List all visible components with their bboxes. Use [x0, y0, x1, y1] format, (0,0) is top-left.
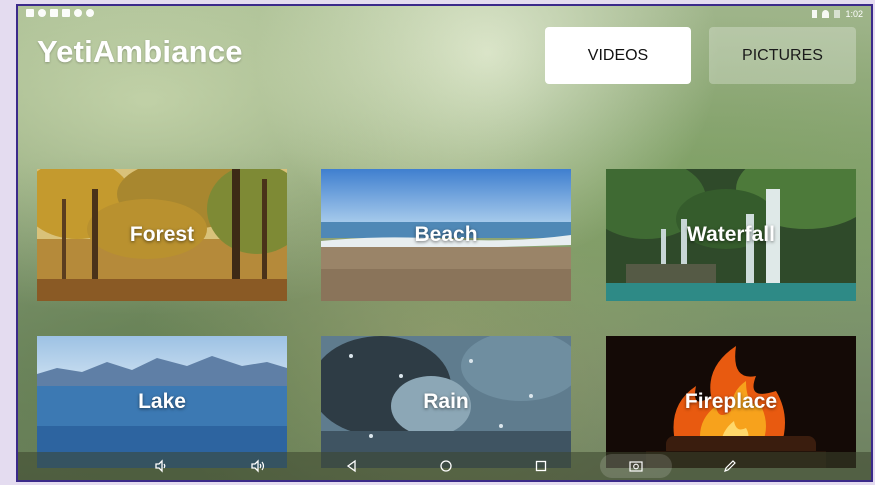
- chat-icon: [86, 9, 94, 17]
- notification-icons: [26, 9, 94, 17]
- system-indicators: 1:02: [812, 9, 863, 19]
- gallery-icon: [26, 9, 34, 17]
- grid-icon: [62, 9, 70, 17]
- tab-pictures[interactable]: PICTURES: [709, 27, 856, 84]
- scene-tile-fireplace[interactable]: Fireplace: [606, 336, 856, 468]
- image-icon: [50, 9, 58, 17]
- scene-label: Waterfall: [687, 223, 775, 246]
- scene-tile-forest[interactable]: Forest: [37, 169, 287, 301]
- pencil-icon[interactable]: [722, 458, 738, 474]
- wifi-icon: [822, 10, 830, 18]
- tab-videos[interactable]: VIDEOS: [545, 27, 691, 84]
- location-icon: [38, 9, 46, 17]
- home-icon[interactable]: [438, 458, 454, 474]
- camera-icon[interactable]: [628, 458, 644, 474]
- scene-label: Beach: [414, 223, 478, 246]
- scene-label: Rain: [423, 390, 469, 413]
- scene-tile-waterfall[interactable]: Waterfall: [606, 169, 856, 301]
- scene-tile-rain[interactable]: Rain: [321, 336, 571, 468]
- back-icon[interactable]: [344, 458, 360, 474]
- scene-label: Fireplace: [684, 390, 778, 413]
- settings-icon: [74, 9, 82, 17]
- scene-tile-beach[interactable]: Beach: [321, 169, 571, 301]
- battery-icon: [834, 10, 841, 18]
- scene-label: Forest: [129, 223, 195, 246]
- volume-up-icon[interactable]: [250, 458, 266, 474]
- scene-tile-lake[interactable]: Lake: [37, 336, 287, 468]
- scene-label: Lake: [138, 390, 186, 413]
- bluetooth-icon: [812, 10, 818, 18]
- status-bar: 1:02: [18, 6, 871, 24]
- recents-icon[interactable]: [533, 458, 549, 474]
- app-title: YetiAmbiance: [37, 34, 243, 69]
- device-screen: 1:02 YetiAmbiance VIDEOS PICTURES Forest: [16, 4, 873, 482]
- clock: 1:02: [845, 9, 863, 19]
- volume-down-icon[interactable]: [153, 458, 169, 474]
- navigation-bar: [18, 452, 871, 480]
